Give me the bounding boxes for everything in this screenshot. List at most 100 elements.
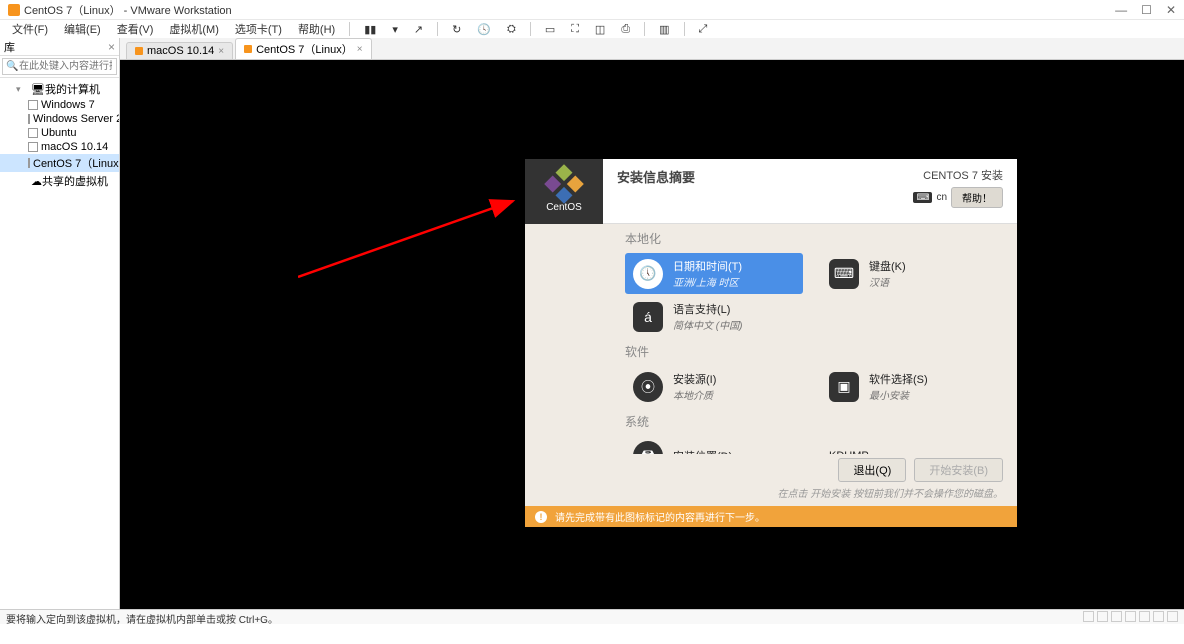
- library-title: 库: [4, 39, 15, 55]
- clock-icon[interactable]: 🕓: [471, 21, 497, 38]
- vm-tab-centos[interactable]: CentOS 7（Linux）×: [235, 38, 371, 59]
- product-label: CENTOS 7 安装: [913, 167, 1003, 183]
- window-title: CentOS 7（Linux） - VMware Workstation: [24, 2, 1115, 18]
- tree-item-ubuntu[interactable]: Ubuntu: [0, 126, 119, 140]
- search-row: 🔍: [0, 56, 119, 78]
- help-button[interactable]: 帮助！: [951, 187, 1003, 208]
- search-input[interactable]: [2, 58, 117, 75]
- tree-item-centos7[interactable]: CentOS 7（Linux）: [0, 154, 119, 172]
- installer-header-right: 安装信息摘要 CENTOS 7 安装 ⌨ cn 帮助！: [603, 159, 1017, 224]
- tray-icon[interactable]: [1167, 611, 1178, 622]
- keyboard-icon: ⌨: [913, 192, 932, 203]
- menubar: 文件(F) 编辑(E) 查看(V) 虚拟机(M) 选项卡(T) 帮助(H) ▮▮…: [0, 20, 1184, 38]
- separator: [684, 22, 685, 36]
- centos-installer: CentOS 安装信息摘要 CENTOS 7 安装 ⌨ cn 帮助！: [525, 159, 1017, 527]
- warning-icon: !: [535, 511, 547, 523]
- tray-icon[interactable]: [1083, 611, 1094, 622]
- section-software: 软件: [625, 343, 999, 360]
- menu-edit[interactable]: 编辑(E): [58, 19, 107, 39]
- tree-root-shared[interactable]: ☁ 共享的虚拟机: [0, 172, 119, 190]
- menu-help[interactable]: 帮助(H): [292, 19, 341, 39]
- capture-icon[interactable]: ▥: [653, 21, 675, 38]
- app-icon: [8, 4, 20, 16]
- language-icon: á: [633, 302, 663, 332]
- expand-icon[interactable]: ⤢: [693, 21, 714, 38]
- spoke-language[interactable]: á 语言支持(L)简体中文 (中国): [625, 296, 803, 337]
- separator: [437, 22, 438, 36]
- installer-body: 本地化 🕔 日期和时间(T)亚洲/上海 时区 ⌨ 键盘(K)汉语 á 语言支持: [525, 224, 1017, 454]
- tray-icon[interactable]: [1097, 611, 1108, 622]
- lang-code: cn: [936, 192, 947, 203]
- fit-icon[interactable]: ▭: [539, 21, 561, 38]
- menu-file[interactable]: 文件(F): [6, 19, 54, 39]
- harddrive-icon: 🖴: [633, 441, 663, 454]
- close-panel-button[interactable]: ×: [108, 40, 115, 54]
- minimize-button[interactable]: —: [1115, 3, 1127, 17]
- clock-icon: 🕔: [633, 259, 663, 289]
- separator: [349, 22, 350, 36]
- dropdown-icon[interactable]: ▾: [386, 21, 404, 38]
- spoke-keyboard[interactable]: ⌨ 键盘(K)汉语: [821, 253, 999, 294]
- section-system: 系统: [625, 413, 999, 430]
- separator: [530, 22, 531, 36]
- status-message: 要将输入定向到该虚拟机，请在虚拟机内部单击或按 Ctrl+G。: [6, 611, 278, 623]
- device-tray: [1083, 611, 1178, 623]
- window-controls: — ☐ ✕: [1115, 3, 1176, 17]
- unity-icon[interactable]: ◫: [589, 21, 611, 38]
- maximize-button[interactable]: ☐: [1141, 3, 1152, 17]
- spoke-datetime[interactable]: 🕔 日期和时间(T)亚洲/上海 时区: [625, 253, 803, 294]
- tree-item-winserver2008[interactable]: Windows Server 2008: [0, 112, 119, 126]
- spoke-software-selection[interactable]: ▣ 软件选择(S)最小安装: [821, 366, 999, 407]
- menu-view[interactable]: 查看(V): [111, 19, 160, 39]
- separator: [644, 22, 645, 36]
- disc-icon: ⦿: [633, 372, 663, 402]
- quit-button[interactable]: 退出(Q): [838, 458, 906, 482]
- tray-icon[interactable]: [1139, 611, 1150, 622]
- close-icon[interactable]: ×: [357, 44, 363, 55]
- close-icon[interactable]: ×: [218, 46, 224, 57]
- tray-icon[interactable]: [1125, 611, 1136, 622]
- package-icon: ▣: [829, 372, 859, 402]
- pause-icon[interactable]: ▮▮: [358, 21, 382, 38]
- library-panel: 库 × 🔍 ▾🖥 我的计算机 Windows 7 Windows Server …: [0, 38, 120, 609]
- library-header: 库 ×: [0, 38, 119, 56]
- section-localization: 本地化: [625, 230, 999, 247]
- close-button[interactable]: ✕: [1166, 3, 1176, 17]
- vm-tree: ▾🖥 我的计算机 Windows 7 Windows Server 2008 U…: [0, 78, 119, 609]
- warning-text: 请先完成带有此图标标记的内容再进行下一步。: [555, 509, 765, 524]
- vm-tabs: macOS 10.14× CentOS 7（Linux）×: [120, 38, 1184, 60]
- menu-tabs[interactable]: 选项卡(T): [229, 19, 288, 39]
- tree-item-windows7[interactable]: Windows 7: [0, 98, 119, 112]
- tray-icon[interactable]: [1153, 611, 1164, 622]
- snapshot-icon[interactable]: ⎙: [615, 21, 636, 38]
- spoke-kdump[interactable]: KDUMP: [821, 436, 999, 454]
- begin-install-button[interactable]: 开始安装(B): [914, 458, 1003, 482]
- vm-area: macOS 10.14× CentOS 7（Linux）× CentOS: [120, 38, 1184, 609]
- send-icon[interactable]: ↗: [408, 21, 429, 38]
- body: 库 × 🔍 ▾🖥 我的计算机 Windows 7 Windows Server …: [0, 38, 1184, 609]
- installer-title: 安装信息摘要: [617, 167, 695, 223]
- vm-canvas[interactable]: CentOS 安装信息摘要 CENTOS 7 安装 ⌨ cn 帮助！: [120, 60, 1184, 609]
- installer-footer: 退出(Q) 开始安装(B) 在点击 开始安装 按钮前我们并不会操作您的磁盘。: [525, 454, 1017, 506]
- fullscreen-icon[interactable]: ⛶: [565, 21, 585, 38]
- wrench-icon[interactable]: ⛭: [501, 21, 522, 38]
- installer-meta: CENTOS 7 安装 ⌨ cn 帮助！: [913, 167, 1003, 223]
- tree-root-mycomputer[interactable]: ▾🖥 我的计算机: [0, 80, 119, 98]
- vm-tab-macos[interactable]: macOS 10.14×: [126, 42, 233, 59]
- search-icon: 🔍: [6, 61, 18, 72]
- keyboard-icon: ⌨: [829, 259, 859, 289]
- annotation-arrow-left: [298, 199, 518, 279]
- statusbar: 要将输入定向到该虚拟机，请在虚拟机内部单击或按 Ctrl+G。: [0, 609, 1184, 624]
- centos-logo-icon: [544, 164, 584, 204]
- spoke-install-source[interactable]: ⦿ 安装源(I)本地介质: [625, 366, 803, 407]
- titlebar: CentOS 7（Linux） - VMware Workstation — ☐…: [0, 0, 1184, 20]
- spoke-install-dest[interactable]: 🖴 安装位置(D): [625, 436, 803, 454]
- installer-logo-panel: CentOS: [525, 159, 603, 224]
- tree-item-macos[interactable]: macOS 10.14: [0, 140, 119, 154]
- cycle-icon[interactable]: ↻: [446, 21, 467, 38]
- warning-bar: ! 请先完成带有此图标标记的内容再进行下一步。: [525, 506, 1017, 527]
- tray-icon[interactable]: [1111, 611, 1122, 622]
- menu-vm[interactable]: 虚拟机(M): [163, 19, 225, 39]
- installer-header: CentOS 安装信息摘要 CENTOS 7 安装 ⌨ cn 帮助！: [525, 159, 1017, 224]
- footer-hint: 在点击 开始安装 按钮前我们并不会操作您的磁盘。: [539, 485, 1003, 500]
